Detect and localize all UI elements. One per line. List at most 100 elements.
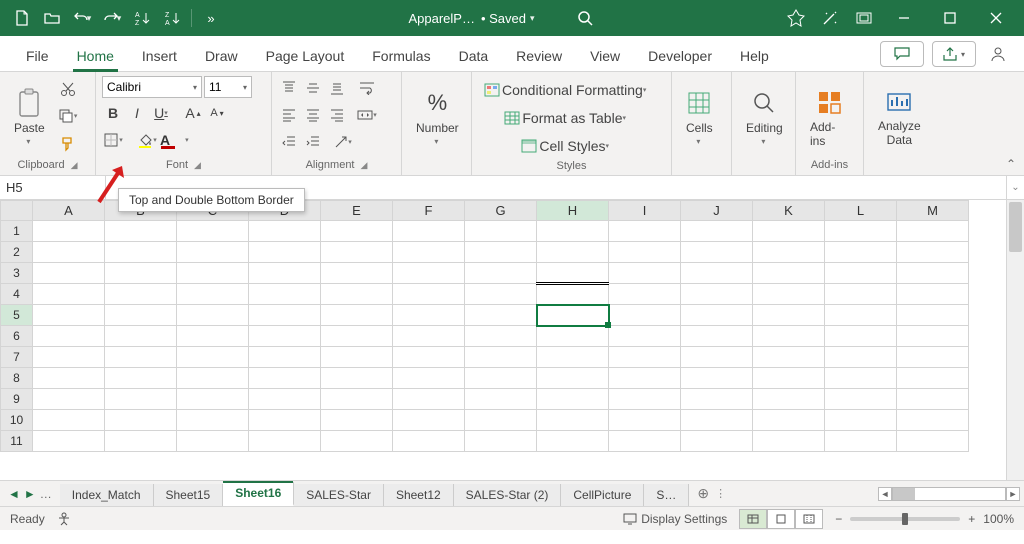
align-left-icon[interactable] — [278, 103, 300, 127]
display-settings-button[interactable]: Display Settings — [623, 512, 727, 526]
sort-asc-icon[interactable]: AZ — [128, 4, 156, 32]
orientation-icon[interactable]: ▾ — [332, 130, 354, 154]
col-header[interactable]: M — [897, 201, 969, 221]
editing-button[interactable]: Editing▾ — [738, 76, 791, 157]
col-header[interactable]: F — [393, 201, 465, 221]
undo-icon[interactable]: ▾ — [68, 4, 96, 32]
italic-button[interactable]: I — [126, 101, 148, 125]
col-header[interactable]: E — [321, 201, 393, 221]
row-header[interactable]: 4 — [1, 284, 33, 305]
align-middle-icon[interactable] — [302, 76, 324, 100]
accessibility-icon[interactable] — [57, 512, 71, 526]
align-right-icon[interactable] — [326, 103, 348, 127]
tab-review[interactable]: Review — [502, 40, 576, 71]
open-file-icon[interactable] — [38, 4, 66, 32]
addins-button[interactable]: Add-ins — [802, 76, 857, 157]
sheet-tab[interactable]: Sheet15 — [154, 484, 224, 506]
align-top-icon[interactable] — [278, 76, 300, 100]
col-header[interactable]: I — [609, 201, 681, 221]
zoom-in-button[interactable]: + — [968, 512, 975, 526]
increase-indent-icon[interactable] — [302, 130, 324, 154]
row-header[interactable]: 5 — [1, 305, 33, 326]
merge-center-icon[interactable]: ▾ — [356, 103, 378, 127]
hscroll-left-icon[interactable]: ◄ — [878, 487, 892, 501]
clipboard-launcher-icon[interactable]: ◢ — [71, 160, 78, 171]
account-icon[interactable] — [984, 42, 1012, 66]
comments-button[interactable] — [880, 41, 924, 67]
alignment-launcher-icon[interactable]: ◢ — [361, 160, 368, 171]
collapse-ribbon-icon[interactable]: ⌃ — [1006, 157, 1016, 171]
view-normal-icon[interactable] — [739, 509, 767, 529]
tab-draw[interactable]: Draw — [191, 40, 252, 71]
increase-font-icon[interactable]: A▴ — [182, 101, 204, 125]
sheet-tab[interactable]: SALES-Star — [294, 484, 384, 506]
tab-more-icon[interactable]: … — [40, 487, 52, 501]
selected-cell[interactable] — [537, 305, 609, 326]
align-center-icon[interactable] — [302, 103, 324, 127]
view-page-layout-icon[interactable] — [767, 509, 795, 529]
zoom-value[interactable]: 100% — [983, 512, 1014, 526]
sheet-tab[interactable]: Sheet16 — [223, 482, 294, 506]
sheet-tab[interactable]: Index_Match — [60, 484, 154, 506]
font-name-select[interactable]: Calibri▾ — [102, 76, 202, 98]
conditional-formatting-button[interactable]: Conditional Formatting▾ — [478, 78, 652, 102]
row-header[interactable]: 9 — [1, 389, 33, 410]
copy-icon[interactable]: ▾ — [57, 104, 79, 128]
view-page-break-icon[interactable] — [795, 509, 823, 529]
row-header[interactable]: 8 — [1, 368, 33, 389]
format-painter-icon[interactable] — [57, 132, 79, 156]
row-header[interactable]: 11 — [1, 431, 33, 452]
tab-next-icon[interactable]: ► — [24, 487, 36, 501]
row-header[interactable]: 3 — [1, 263, 33, 284]
search-icon[interactable] — [571, 4, 599, 32]
font-color-button[interactable]: A▾ — [160, 128, 189, 152]
underline-button[interactable]: U▾ — [150, 101, 172, 125]
align-bottom-icon[interactable] — [326, 76, 348, 100]
zoom-slider[interactable] — [850, 517, 960, 521]
tab-help[interactable]: Help — [726, 40, 783, 71]
number-format-button[interactable]: % Number ▾ — [408, 76, 467, 157]
cut-icon[interactable] — [57, 77, 79, 101]
col-header[interactable]: G — [465, 201, 537, 221]
sort-desc-icon[interactable]: ZA — [158, 4, 186, 32]
fill-color-button[interactable]: ▾ — [136, 128, 158, 152]
tab-data[interactable]: Data — [445, 40, 503, 71]
magic-wand-icon[interactable] — [816, 4, 844, 32]
window-mode-icon[interactable] — [850, 4, 878, 32]
font-launcher-icon[interactable]: ◢ — [194, 160, 201, 171]
bold-button[interactable]: B — [102, 101, 124, 125]
new-file-icon[interactable] — [8, 4, 36, 32]
tab-page-layout[interactable]: Page Layout — [252, 40, 359, 71]
tab-insert[interactable]: Insert — [128, 40, 191, 71]
name-box[interactable]: H5 — [0, 176, 106, 199]
sheet-tab[interactable]: S… — [644, 484, 689, 506]
tab-prev-icon[interactable]: ◄ — [8, 487, 20, 501]
row-header[interactable]: 2 — [1, 242, 33, 263]
sheet-tab[interactable]: CellPicture — [561, 484, 644, 506]
analyze-data-button[interactable]: Analyze Data — [870, 76, 929, 157]
add-sheet[interactable]: ⊕⋮ — [689, 481, 734, 506]
borders-button[interactable]: ▾ — [102, 128, 124, 152]
row-header[interactable]: 6 — [1, 326, 33, 347]
row-header[interactable]: 10 — [1, 410, 33, 431]
tab-formulas[interactable]: Formulas — [358, 40, 444, 71]
row-header[interactable]: 1 — [1, 221, 33, 242]
col-header[interactable]: H — [537, 201, 609, 221]
vertical-scrollbar[interactable] — [1006, 200, 1024, 480]
select-all-corner[interactable] — [1, 201, 33, 221]
share-button[interactable]: ▾ — [932, 41, 976, 67]
sheet-tab[interactable]: Sheet12 — [384, 484, 454, 506]
horizontal-scrollbar[interactable]: ◄ ► — [874, 481, 1024, 506]
minimize-button[interactable] — [884, 0, 924, 36]
cells-table[interactable]: A B C D E F G H I J K L M 1 2 3 4 5 6 7 … — [0, 200, 969, 452]
tab-home[interactable]: Home — [63, 40, 128, 71]
paste-button[interactable]: Paste ▾ — [6, 76, 53, 157]
wrap-text-icon[interactable] — [356, 76, 378, 100]
chevron-down-icon[interactable]: ▾ — [530, 13, 535, 24]
format-as-table-button[interactable]: Format as Table▾ — [478, 106, 652, 130]
col-header[interactable]: L — [825, 201, 897, 221]
col-header[interactable]: J — [681, 201, 753, 221]
close-button[interactable] — [976, 0, 1016, 36]
save-status[interactable]: • Saved — [481, 11, 526, 26]
cells-button[interactable]: Cells▾ — [678, 76, 721, 157]
